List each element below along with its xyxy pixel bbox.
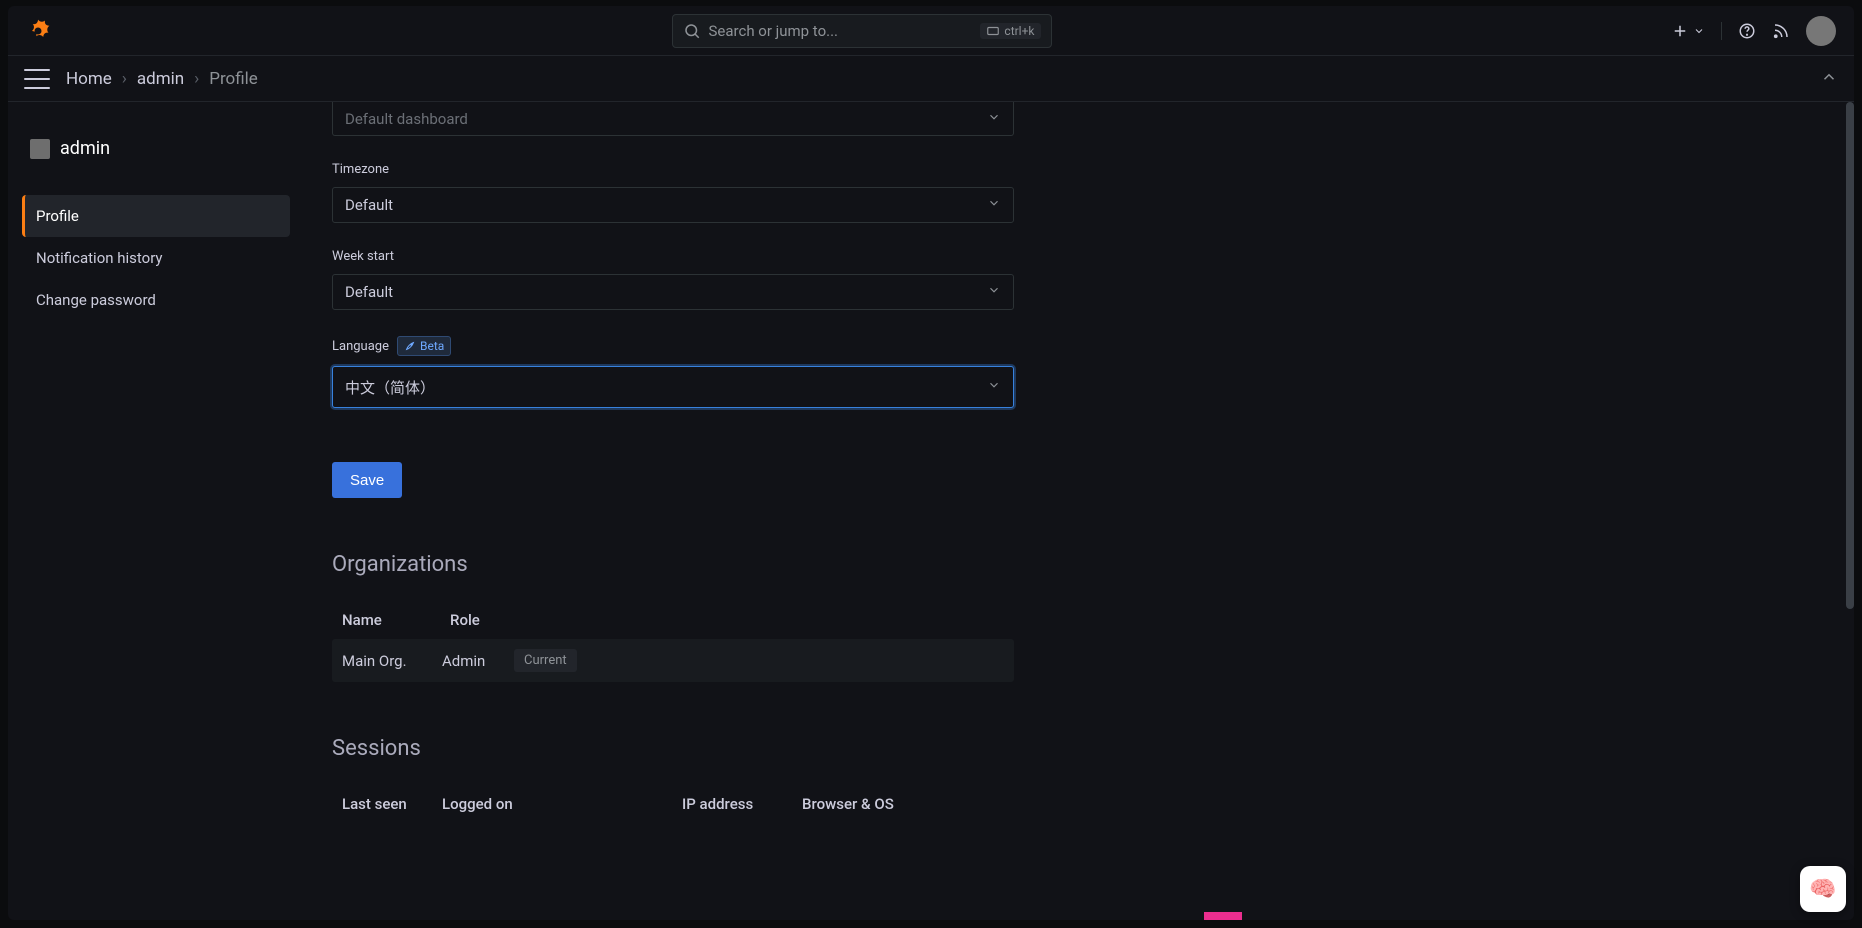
timezone-select[interactable]: Default xyxy=(332,187,1014,223)
org-cell-name: Main Org. xyxy=(342,652,422,670)
sidebar-item-label: Notification history xyxy=(36,249,163,267)
sessions-table-header: Last seen Logged on IP address Browser &… xyxy=(332,785,1014,823)
select-value: 中文（简体） xyxy=(345,377,435,398)
sidebar-item-notification-history[interactable]: Notification history xyxy=(22,237,290,279)
organizations-table: Name Role Main Org. Admin Current xyxy=(332,601,1014,682)
language-label: Language xyxy=(332,339,389,354)
select-value: Default xyxy=(345,196,393,214)
select-value: Default xyxy=(345,283,393,301)
chevron-down-icon xyxy=(987,378,1001,396)
sessions-header-loggedon: Logged on xyxy=(442,795,592,813)
org-cell-role: Admin xyxy=(442,652,494,670)
breadcrumb-admin[interactable]: admin xyxy=(137,69,184,89)
page-sidebar: admin Profile Notification history Chang… xyxy=(8,102,304,920)
sessions-action-stub[interactable] xyxy=(1204,912,1242,920)
topbar: Search or jump to... ctrl+k xyxy=(8,6,1854,56)
sessions-title: Sessions xyxy=(332,736,1014,761)
sidebar-user: admin xyxy=(22,138,290,159)
sessions-header-lastseen: Last seen xyxy=(342,795,422,813)
default-dashboard-select[interactable]: Default dashboard xyxy=(332,102,1014,136)
brain-icon: 🧠 xyxy=(1809,877,1836,902)
chevron-down-icon xyxy=(987,110,1001,128)
breadcrumb-home[interactable]: Home xyxy=(66,69,112,89)
menu-toggle-icon[interactable] xyxy=(24,69,50,89)
scrollbar-thumb[interactable] xyxy=(1846,102,1854,609)
org-header-name: Name xyxy=(342,611,422,629)
add-chevron-icon[interactable] xyxy=(1693,25,1705,37)
select-value: Default dashboard xyxy=(345,110,468,128)
sidebar-user-name: admin xyxy=(60,138,110,159)
sessions-header-browser: Browser & OS xyxy=(802,795,932,813)
breadcrumb: Home › admin › Profile xyxy=(66,69,258,89)
rocket-icon xyxy=(404,340,416,352)
weekstart-label: Week start xyxy=(332,249,1014,264)
search-icon xyxy=(683,22,701,40)
rss-icon[interactable] xyxy=(1772,22,1790,40)
help-icon[interactable] xyxy=(1738,22,1756,40)
weekstart-select[interactable]: Default xyxy=(332,274,1014,310)
language-label-row: Language Beta xyxy=(332,336,1014,356)
search-placeholder: Search or jump to... xyxy=(709,22,981,40)
sidebar-user-avatar xyxy=(30,139,50,159)
org-header-role: Role xyxy=(450,611,502,629)
collapse-icon[interactable] xyxy=(1820,68,1838,90)
grafana-logo[interactable] xyxy=(24,17,52,45)
beta-badge: Beta xyxy=(397,336,451,356)
sidebar-item-change-password[interactable]: Change password xyxy=(22,279,290,321)
org-row: Main Org. Admin Current xyxy=(332,639,1014,682)
chevron-down-icon xyxy=(987,283,1001,301)
organizations-title: Organizations xyxy=(332,552,1014,577)
sessions-header-ip: IP address xyxy=(682,795,772,813)
breadcrumb-current: Profile xyxy=(209,69,258,89)
timezone-label: Timezone xyxy=(332,162,1014,177)
sidebar-item-label: Profile xyxy=(36,207,79,225)
search-kbd-hint: ctrl+k xyxy=(980,23,1040,39)
user-avatar[interactable] xyxy=(1806,16,1836,46)
breadcrumb-sep: › xyxy=(122,69,127,89)
add-icon[interactable] xyxy=(1671,22,1689,40)
breadcrumb-sep: › xyxy=(194,69,199,89)
breadcrumb-bar: Home › admin › Profile xyxy=(8,56,1854,102)
sidebar-item-profile[interactable]: Profile xyxy=(22,195,290,237)
scrollbar-track[interactable] xyxy=(1844,102,1854,920)
assistant-orb[interactable]: 🧠 xyxy=(1800,866,1846,912)
sidebar-item-label: Change password xyxy=(36,291,156,309)
global-search[interactable]: Search or jump to... ctrl+k xyxy=(672,14,1052,48)
language-select[interactable]: 中文（简体） xyxy=(332,366,1014,408)
save-button[interactable]: Save xyxy=(332,462,402,498)
chevron-down-icon xyxy=(987,196,1001,214)
current-org-badge: Current xyxy=(514,649,577,672)
